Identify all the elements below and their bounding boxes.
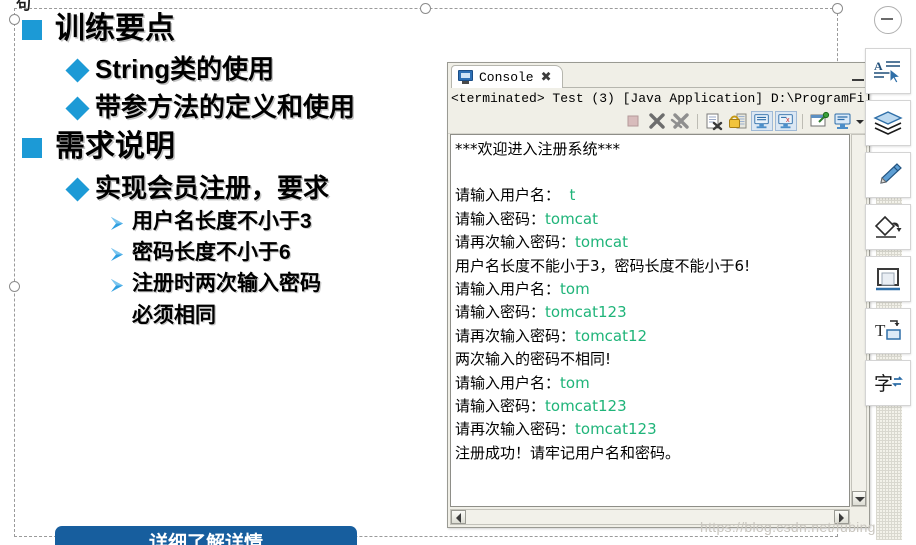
tab-console-label: Console [479,69,534,85]
console-line: 请再次输入密码：tomcat [455,233,629,252]
outline-label: String类的使用 [95,54,275,85]
cta-button[interactable]: 详细了解详情 [55,526,357,545]
eclipse-console-window: Console ✖ <terminated> Test (3) [Java Ap… [447,62,871,528]
outline-item-param-method[interactable]: 带参方法的定义和使用 [14,89,454,125]
outline-item-password-match[interactable]: 注册时两次输入密码 [14,269,454,299]
console-tab-row: Console ✖ [448,63,871,88]
text-select-icon[interactable]: A [865,48,911,94]
console-output-area[interactable]: ***欢迎进入注册系统*** 请输入用户名： t 请输入密码：tomcat 请再… [450,134,850,507]
toolbar-separator [697,113,698,129]
outline-item-password-length[interactable]: 密码长度不小于6 [14,238,454,268]
console-line: 请再次输入密码：tomcat12 [455,326,648,345]
pin-console-button[interactable] [808,111,830,131]
console-line: 请输入用户名：tom [455,373,590,392]
show-console-on-error-button[interactable]: x [775,111,797,131]
close-icon[interactable]: ✖ [541,71,552,84]
console-line: 请输入密码：tomcat123 [455,303,627,322]
arrow-bullet-icon [109,216,126,235]
outline-label: 用户名长度不小于3 [132,209,312,233]
console-line: 请输入用户名： t [455,186,576,205]
outline-label: 训练要点 [55,12,175,45]
console-line: 用户名长度不能小于3，密码长度不能小于6! [455,256,751,275]
paint-bucket-icon[interactable] [865,204,911,250]
outline-item-member-registration[interactable]: 实现会员注册，要求 [14,170,454,206]
resize-handle-top-right[interactable] [832,3,843,14]
console-toolbar: x [448,109,869,134]
outline-item-string-class[interactable]: String类的使用 [14,51,454,87]
brush-icon[interactable] [865,152,911,198]
square-bullet-icon [22,138,42,159]
outline-label: 需求说明 [55,130,175,164]
svg-text:x: x [786,115,790,124]
screenshot-root: 句 训练要点 String类的使用 带参方法的定义和使用 需求说明 实现会员注册… [0,0,916,545]
remove-launch-button[interactable] [646,111,668,131]
outline-item-training-points[interactable]: 训练要点 [14,8,454,49]
watermark-text: https://blog.csdn.net/fubing [700,519,876,535]
square-bullet-icon [22,20,42,40]
outline-item-password-match-continued: 必须相同 [132,303,216,327]
terminate-button[interactable] [622,111,644,131]
console-line: 请输入密码：tomcat [455,209,599,228]
arrow-bullet-icon [109,278,126,297]
console-line: 注册成功！请牢记用户名和密码。 [455,443,681,462]
svg-text:T: T [875,321,886,340]
frame-icon[interactable] [865,256,911,302]
console-status-line: <terminated> Test (3) [Java Application]… [448,88,869,109]
outline-item-username-length[interactable]: 用户名长度不小于3 [14,207,454,237]
display-selected-console-button[interactable] [832,111,854,131]
scroll-lock-button[interactable] [727,111,749,131]
outline-label: 实现会员注册，要求 [95,172,330,203]
outline-label: 密码长度不小于6 [132,241,291,265]
tab-console[interactable]: Console ✖ [451,65,563,88]
console-line: 请输入密码：tomcat123 [455,397,627,416]
scroll-left-button[interactable] [451,510,466,524]
diamond-bullet-icon [65,58,90,83]
svg-text:字: 字 [874,373,893,395]
diamond-bullet-icon [65,177,90,202]
show-console-on-output-button[interactable] [751,111,773,131]
tab-baseline [553,87,871,88]
outline-label: 注册时两次输入密码 [132,272,321,296]
diamond-bullet-icon [65,96,90,121]
clear-console-button[interactable] [703,111,725,131]
scroll-down-button[interactable] [852,491,866,506]
collapse-panel-button[interactable] [874,6,902,34]
remove-all-terminated-button[interactable] [670,111,692,131]
slide-outline-text: 训练要点 String类的使用 带参方法的定义和使用 需求说明 实现会员注册，要… [14,8,454,331]
text-box-icon[interactable]: T [865,308,911,354]
outline-item-requirements[interactable]: 需求说明 [14,126,454,167]
arrow-bullet-icon [109,247,126,266]
layers-icon[interactable] [865,100,911,146]
console-line: 请再次输入密码：tomcat123 [455,420,657,439]
tool-palette: A T 字 [862,6,914,412]
console-line: 两次输入的密码不相同! [455,350,612,369]
console-line: ***欢迎进入注册系统*** [455,140,621,158]
console-line: 请输入用户名：tom [455,280,590,299]
outline-label: 带参方法的定义和使用 [95,91,356,122]
character-icon[interactable]: 字 [865,360,911,406]
svg-text:A: A [874,59,883,73]
console-icon [458,70,473,84]
toolbar-separator [802,113,803,129]
